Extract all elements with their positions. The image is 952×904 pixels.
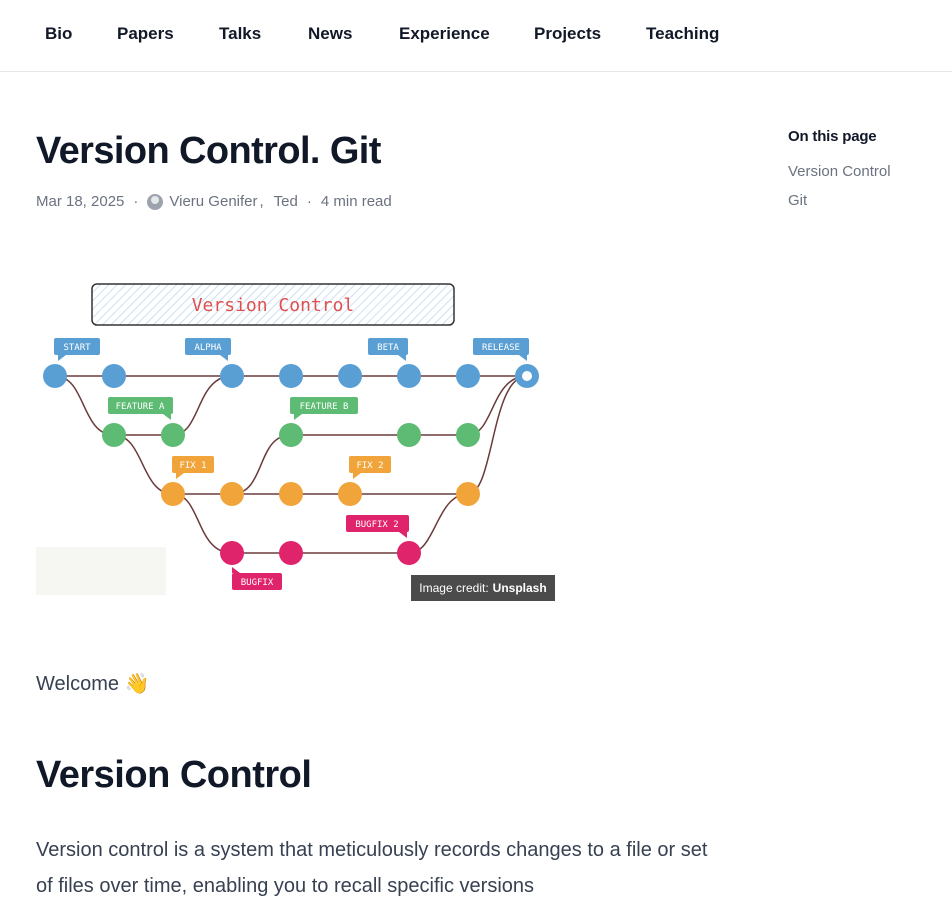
tag-alpha: ALPHA [194, 343, 222, 353]
git-branch-diagram: Version Control START ALPHA BETA RELEASE… [36, 283, 539, 595]
toc-title: On this page [788, 128, 877, 145]
image-credit-prefix: Image credit: [419, 581, 489, 595]
tag-beta: BETA [377, 343, 399, 353]
tag-fix-1: FIX 1 [179, 461, 206, 471]
publish-date: Mar 18, 2025 [36, 193, 125, 210]
table-of-contents: On this page Version Control Git [788, 128, 938, 221]
image-credit-source-link[interactable]: Unsplash [493, 581, 547, 595]
tag-start: START [63, 343, 91, 353]
nav-experience[interactable]: Experience [399, 24, 490, 44]
nav-news[interactable]: News [308, 24, 352, 44]
nav-teaching[interactable]: Teaching [646, 24, 719, 44]
featured-image: Version Control START ALPHA BETA RELEASE… [36, 272, 555, 602]
banner-text: Version Control [192, 295, 355, 316]
author-link-1[interactable]: Vieru Genifer [169, 193, 257, 210]
welcome-text: Welcome 👋 [36, 673, 150, 695]
nav-projects[interactable]: Projects [534, 24, 601, 44]
tag-feature-a: FEATURE A [116, 402, 165, 412]
image-credit: Image credit: Unsplash [411, 575, 555, 601]
separator-dot: · [306, 193, 312, 210]
tag-bugfix: BUGFIX [241, 578, 274, 588]
body-paragraph: Version control is a system that meticul… [36, 839, 708, 897]
toc-link-git[interactable]: Git [788, 192, 938, 209]
author-separator: , [259, 193, 264, 210]
author-link-2[interactable]: Ted [274, 193, 298, 210]
author-avatar [147, 193, 164, 210]
top-navigation: Bio Papers Talks News Experience Project… [0, 0, 952, 72]
page-title: Version Control. Git [36, 130, 381, 172]
tag-feature-b: FEATURE B [300, 402, 349, 412]
commit-nodes [43, 364, 539, 565]
nav-talks[interactable]: Talks [219, 24, 261, 44]
nav-bio[interactable]: Bio [45, 24, 72, 44]
tag-release: RELEASE [482, 343, 520, 353]
toc-link-version-control[interactable]: Version Control [788, 163, 938, 180]
article-meta: Mar 18, 2025 · Vieru Genifer , Ted · 4 m… [36, 193, 392, 210]
image-corner-shade [36, 547, 166, 595]
section-heading-version-control: Version Control [36, 754, 312, 796]
tag-bugfix-2: BUGFIX 2 [355, 520, 398, 530]
tag-fix-2: FIX 2 [356, 461, 383, 471]
separator-dot: · [133, 193, 139, 210]
nav-papers[interactable]: Papers [117, 24, 174, 44]
read-time: 4 min read [320, 193, 392, 210]
